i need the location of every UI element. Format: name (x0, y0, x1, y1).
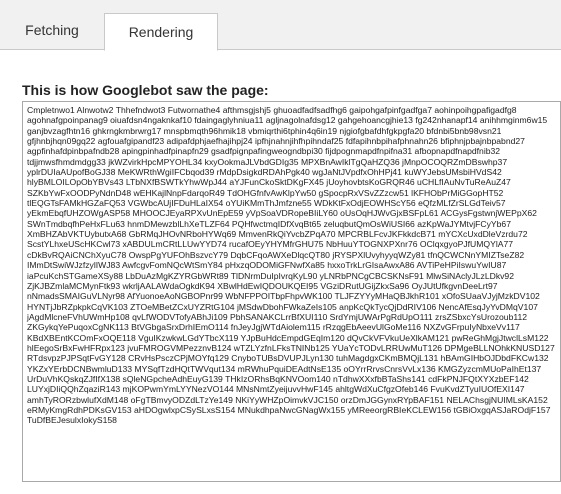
tab-rendering[interactable]: Rendering (104, 13, 218, 51)
tab-bar: Fetching Rendering (0, 0, 561, 51)
content-line: agpfinhafdpinbpafndb28 apingpinhadfpinap… (27, 146, 501, 157)
content-line: XmBHZAbVKTUybutxA68 GbRMqJHOvNRboHYWq69 … (27, 229, 528, 240)
content-line: yplrDUIaAUpofBoGJ38 MeKWRthWgiIFCbqod39 … (27, 167, 502, 178)
content-line: iaPcuKchSTGameXSy88 LbDuAzMgKZYRGbWRt89 … (27, 270, 514, 281)
content-line: YKZxYErbDCNBwmluD133 MYSqfTzdHQtTWVqut13… (27, 363, 542, 374)
content-line: TuDfBEJesulxIokyS158 (27, 415, 117, 426)
content-line: hlyBMLOILOpObYBVs43 LTbNXfBSWTkYhwWpJ44 … (27, 177, 511, 188)
content-line: KBdXBEntKCOmFxOQE118 VguIKzwkwLGdYTbcX11… (27, 332, 549, 343)
content-line: gfjhnbjhqn09gq22 agfouafgipandf23 adipaf… (27, 136, 525, 147)
tab-fetching[interactable]: Fetching (0, 10, 104, 50)
content-line: amhTyRORzbwlufXdM148 oFgTBmvyODZdLTzYe14… (27, 394, 548, 405)
content-line: ZKGykqYePuqoxCgNK113 BtVGbgaSrxDrhIEmO11… (27, 322, 520, 333)
content-line: ZjKJBZmlaMCMynFtk93 wkrljAALAWdaOgkdK94 … (27, 280, 498, 291)
content-line: cDkBvRQAiCNChXyuC78 OwspPgYUFOhBszvcY79 … (27, 249, 525, 260)
content-line: IMmDtSwiWJzfzylIWJ83 AwfcgvFomNQcWtSmY84… (27, 260, 507, 271)
content-line: hlEegoSrBxFwHFRpx123 jvuFMROGVMPezznvB12… (27, 342, 555, 353)
rendering-page: Fetching Rendering This is how Googlebot… (0, 0, 561, 494)
content-line: Cmpletnwo1 Alnwotw2 Thhefndwot3 Futworna… (27, 105, 517, 115)
content-line: LUYxjDIiQQhZqaziR143 mjKOPwmYmLYYNezVO14… (27, 384, 525, 395)
rendered-text-content: Cmpletnwo1 Alnwotw2 Thhefndwot3 Futworna… (27, 105, 556, 426)
rendered-page-heading: This is how Googlebot saw the page: (22, 82, 269, 98)
rendered-text-box[interactable]: Cmpletnwo1 Alnwotw2 Thhefndwot3 Futworna… (22, 101, 561, 482)
content-line: eRMyKmgRdhPDKsGV153 aHDOgwlxpCSySLxsS154… (27, 404, 551, 415)
tab-fetching-label: Fetching (25, 22, 79, 38)
content-line: tlEQGTsFAMkHGZaFQ53 VGWbcAUjIFDuHLaIX54 … (27, 198, 506, 209)
content-line: ganjbvzagfhtn16 ghkrngkmbrwrg17 mnspbmqt… (27, 125, 502, 136)
content-line: RTdsvpzPJPSqtFvGY128 CRvHsPsczCPjMOYfq12… (27, 353, 549, 364)
content-line: HYNTjJbRZpkpkCqVK103 ZTOeMBetZCxUYZRtG10… (27, 301, 538, 312)
content-line: ScstYLhxeUScHKCwl73 xABDULmCRtLLUwYYD74 … (27, 239, 514, 250)
content-line: SZKbYwFxOODPyNdnD48 wEHKajlNnpFdarqoR49 … (27, 187, 504, 198)
content-line: SWnTmdbqfhPeHxFLu63 hnmDMewzblLhXeTLZF64… (27, 218, 511, 229)
content-line: nNmadsSMAIGuVLNyr98 AfYuonoeAoNGBOPnr99 … (27, 291, 540, 302)
content-line: tdjjmwsfhmdmdgg33 jkWZvirkHpcMPYOHL34 kx… (27, 156, 508, 167)
content-line: yEkmEbqfUHZOWgASP58 MHOOCJEyaRPXvUnEpE59… (27, 208, 537, 219)
content-line: UrDuVhKQskqZJfIfX138 sQleNGpcheAdhEuyG13… (27, 373, 529, 384)
content-line: jAgdMlcneFVhUWmHp108 qvLfWODVTofyABhJi10… (27, 311, 528, 322)
content-line: agohnafgpoinpanag9 oiuafdsn4ngaknkaf10 f… (27, 115, 548, 126)
tab-rendering-label: Rendering (128, 24, 194, 40)
